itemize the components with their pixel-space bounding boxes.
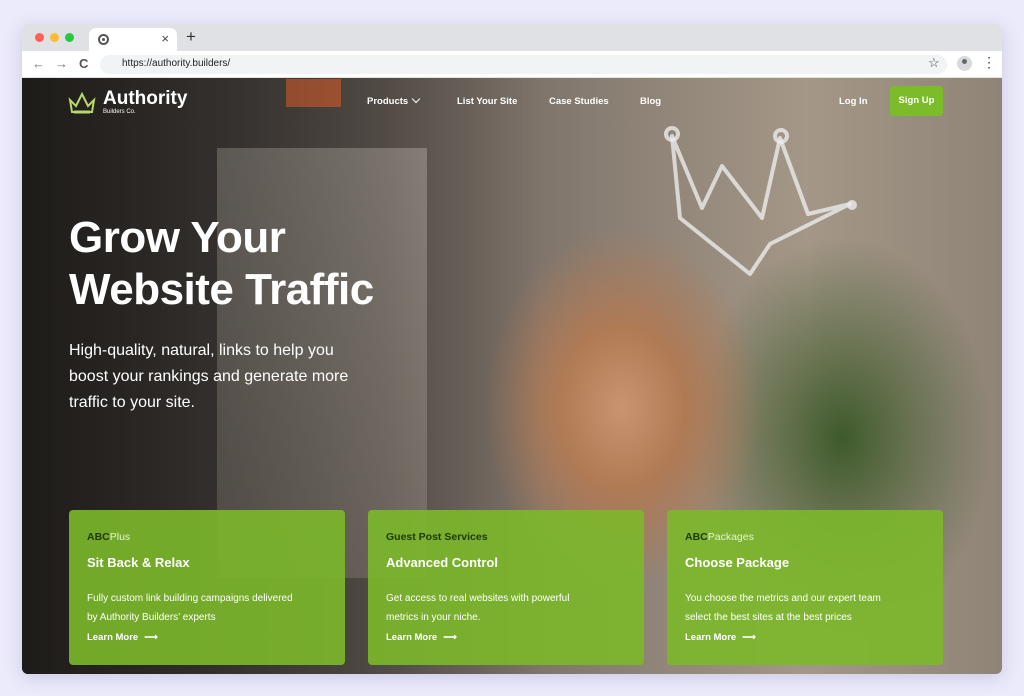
hero-subtitle: High-quality, natural, links to help you… <box>69 338 399 416</box>
minimize-window-dot[interactable] <box>50 33 59 42</box>
close-tab-icon[interactable]: × <box>161 31 169 46</box>
bookmark-star-icon[interactable]: ☆ <box>928 55 940 71</box>
forward-icon[interactable]: → <box>55 56 68 71</box>
card-title: Sit Back & Relax <box>87 555 190 570</box>
learn-more-label: Learn More <box>386 632 438 643</box>
hero-title-line: Grow Your <box>69 213 286 262</box>
card-eyebrow: ABCPlus <box>87 531 130 543</box>
chrome-favicon-icon <box>98 34 109 45</box>
card-eyebrow-bold: ABC <box>87 531 110 543</box>
logo-subtitle: Builders Co. <box>103 109 136 115</box>
address-toolbar: ← → C https://authority.builders/ ☆ ⋮ <box>22 51 1002 78</box>
card-description-line: by Authority Builders’ experts <box>87 612 216 623</box>
card-description: You choose the metrics and our expert te… <box>685 589 881 627</box>
card-eyebrow-bold: ABC <box>685 531 708 543</box>
chevron-down-icon <box>411 94 421 104</box>
hero-title: Grow Your Website Traffic <box>69 212 374 316</box>
card-title: Choose Package <box>685 555 790 570</box>
arrow-right-icon: ⟶ <box>443 632 457 643</box>
card-abc-packages: ABCPackages Choose Package You choose th… <box>667 510 943 665</box>
login-link[interactable]: Log In <box>839 96 868 107</box>
nav-case-studies[interactable]: Case Studies <box>549 96 609 107</box>
nav-blog[interactable]: Blog <box>640 96 661 107</box>
hero-title-line: Website Traffic <box>69 265 374 314</box>
close-window-dot[interactable] <box>35 33 44 42</box>
card-description: Fully custom link building campaigns del… <box>87 589 293 627</box>
hero-subtitle-line: traffic to your site. <box>69 394 195 411</box>
card-eyebrow: Guest Post Services <box>386 531 488 543</box>
card-guest-post: Guest Post Services Advanced Control Get… <box>368 510 644 665</box>
learn-more-label: Learn More <box>87 632 139 643</box>
card-description-line: You choose the metrics and our expert te… <box>685 593 881 604</box>
arrow-right-icon: ⟶ <box>742 632 756 643</box>
new-tab-button[interactable]: + <box>186 27 196 47</box>
page-viewport: Authority Builders Co. Products List You… <box>22 78 1002 674</box>
browser-menu-icon[interactable]: ⋮ <box>982 54 996 71</box>
profile-avatar-icon[interactable] <box>957 56 972 71</box>
tab-bar: × + <box>22 24 1002 51</box>
hero-subtitle-line: High-quality, natural, links to help you <box>69 342 334 359</box>
card-description: Get access to real websites with powerfu… <box>386 589 569 627</box>
nav-products-label: Products <box>367 96 409 107</box>
nav-products[interactable]: Products <box>367 94 421 107</box>
maximize-window-dot[interactable] <box>65 33 74 42</box>
crown-logo-icon <box>68 91 96 114</box>
signup-button[interactable]: Sign Up <box>890 86 943 116</box>
logo-name: Authority <box>103 88 188 109</box>
crown-doodle-icon <box>664 126 857 276</box>
nav-list-your-site[interactable]: List Your Site <box>457 96 517 107</box>
learn-more-link[interactable]: Learn More ⟶ <box>386 632 457 643</box>
url-bar[interactable]: https://authority.builders/ <box>100 55 947 74</box>
back-icon[interactable]: ← <box>32 56 45 71</box>
card-description-line: Fully custom link building campaigns del… <box>87 593 293 604</box>
hero-subtitle-line: boost your rankings and generate more <box>69 368 349 385</box>
card-description-line: metrics in your niche. <box>386 612 481 623</box>
url-text: https://authority.builders/ <box>122 58 231 69</box>
card-eyebrow: ABCPackages <box>685 531 754 543</box>
reload-icon[interactable]: C <box>79 56 88 71</box>
arrow-right-icon: ⟶ <box>144 632 158 643</box>
learn-more-link[interactable]: Learn More ⟶ <box>685 632 756 643</box>
card-description-line: Get access to real websites with powerfu… <box>386 593 570 604</box>
learn-more-label: Learn More <box>685 632 737 643</box>
browser-window: × + ← → C https://authority.builders/ ☆ … <box>22 24 1002 674</box>
learn-more-link[interactable]: Learn More ⟶ <box>87 632 158 643</box>
card-eyebrow-light: Plus <box>109 531 131 543</box>
card-eyebrow-bold: Guest Post Services <box>386 531 488 543</box>
card-abc-plus: ABCPlus Sit Back & Relax Fully custom li… <box>69 510 345 665</box>
browser-tab[interactable]: × <box>89 28 177 51</box>
card-description-line: select the best sites at the best prices <box>685 612 852 623</box>
card-title: Advanced Control <box>386 555 498 570</box>
card-eyebrow-light: Packages <box>707 531 754 543</box>
